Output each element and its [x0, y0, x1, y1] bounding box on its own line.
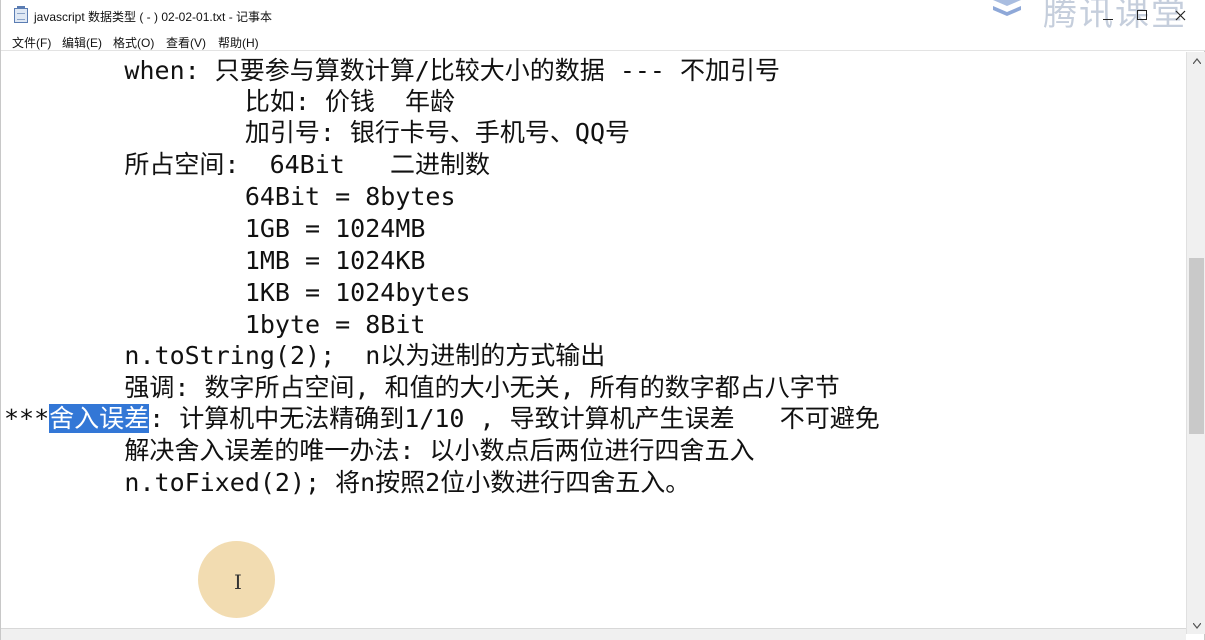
close-icon: [1175, 10, 1185, 20]
text-line: 1KB = 1024bytes: [4, 278, 471, 307]
line-prefix: ***: [4, 404, 50, 433]
title-bar[interactable]: javascript 数据类型 ( - ) 02-02-01.txt - 记事本…: [1, 0, 1205, 34]
text-line: 1MB = 1024KB: [4, 246, 426, 275]
notepad-icon: [14, 6, 28, 23]
scroll-up-button[interactable]: [1187, 52, 1205, 69]
line-suffix: : 计算机中无法精确到1/10 , 导致计算机产生误差 不可避免: [149, 404, 880, 433]
text-line: 所占空间: 64Bit 二进制数: [4, 150, 490, 179]
text-line: 解决舍入误差的唯一办法: 以小数点后两位进行四舍五入: [4, 436, 755, 465]
selected-text: 舍入误差: [49, 404, 150, 433]
text-line: 比如: 价钱 年龄: [4, 87, 456, 116]
horizontal-scrollbar[interactable]: [1, 628, 1186, 640]
close-button[interactable]: [1163, 4, 1197, 26]
text-line: 64Bit = 8bytes: [4, 182, 456, 211]
text-line-selection: ***舍入误差: 计算机中无法精确到1/10 , 导致计算机产生误差 不可避免: [4, 403, 880, 434]
menu-view[interactable]: 查看(V): [166, 34, 206, 51]
maximize-icon: [1137, 10, 1147, 20]
minimize-icon: [1103, 18, 1113, 20]
scroll-thumb[interactable]: [1189, 258, 1204, 434]
menu-help[interactable]: 帮助(H): [218, 34, 259, 51]
vertical-scrollbar[interactable]: [1186, 52, 1205, 634]
text-line: 强调: 数字所占空间, 和值的大小无关, 所有的数字都占八字节: [4, 373, 840, 402]
minimize-button[interactable]: [1091, 4, 1125, 26]
text-line: n.toString(2); n以为进制的方式输出: [4, 341, 606, 370]
menu-format[interactable]: 格式(O): [113, 34, 154, 51]
chevron-down-icon: [1192, 622, 1201, 629]
maximize-button[interactable]: [1125, 4, 1159, 26]
text-line: 1byte = 8Bit: [4, 310, 426, 339]
text-line: n.toFixed(2); 将n按照2位小数进行四舍五入。: [4, 468, 691, 497]
ibeam-cursor-icon: I: [234, 570, 242, 594]
menu-edit[interactable]: 编辑(E): [62, 34, 102, 51]
chevron-up-icon: [1192, 57, 1201, 64]
menu-file[interactable]: 文件(F): [12, 34, 51, 51]
text-line: 1GB = 1024MB: [4, 214, 426, 243]
notepad-window: javascript 数据类型 ( - ) 02-02-01.txt - 记事本…: [0, 0, 1205, 640]
scroll-down-button[interactable]: [1187, 617, 1205, 634]
window-title: javascript 数据类型 ( - ) 02-02-01.txt - 记事本: [34, 10, 273, 24]
text-line: 加引号: 银行卡号、手机号、QQ号: [4, 118, 631, 147]
watermark-logo-icon: [993, 0, 1021, 16]
text-editor-area[interactable]: when: 只要参与算数计算/比较大小的数据 --- 不加引号 比如: 价钱 年…: [1, 52, 1186, 628]
menu-bar: 文件(F) 编辑(E) 格式(O) 查看(V) 帮助(H): [1, 31, 1205, 51]
text-line: when: 只要参与算数计算/比较大小的数据 --- 不加引号: [4, 56, 781, 85]
